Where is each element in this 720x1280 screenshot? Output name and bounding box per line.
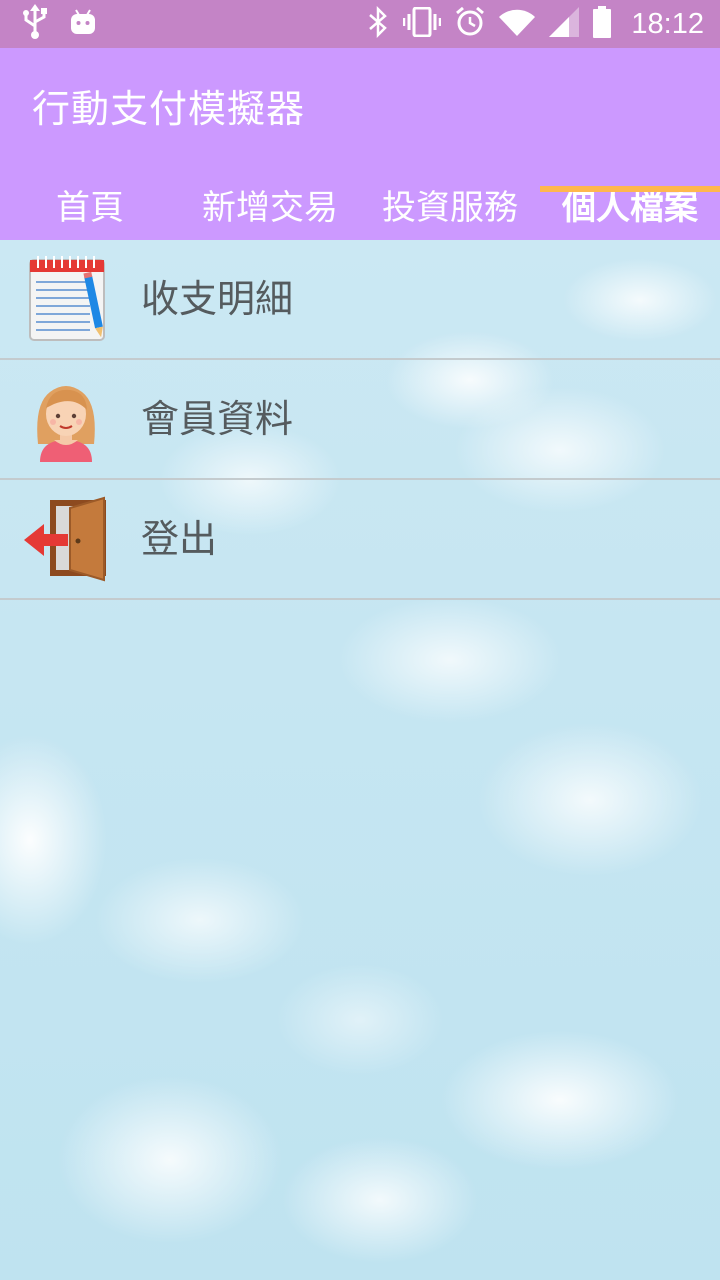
tab-bar: 首頁 新增交易 投資服務 個人檔案: [0, 168, 720, 240]
status-bar-right: 18:12: [367, 5, 704, 42]
menu-item-transactions[interactable]: 收支明細: [0, 240, 720, 360]
tab-home[interactable]: 首頁: [0, 168, 180, 240]
menu-label-member-info: 會員資料: [141, 397, 294, 441]
vibrate-icon: [403, 6, 442, 41]
battery-icon: [593, 6, 612, 42]
app-bar: 行動支付模擬器 首頁 新增交易 投資服務 個人檔案: [0, 48, 720, 240]
signal-icon: [549, 7, 580, 41]
usb-icon: [22, 4, 48, 44]
notepad-icon: [24, 254, 108, 342]
tab-profile[interactable]: 個人檔案: [540, 168, 720, 240]
active-tab-indicator: [540, 186, 720, 192]
girl-avatar-icon: [24, 374, 108, 462]
menu-item-member-info[interactable]: 會員資料: [0, 360, 720, 480]
alarm-icon: [455, 6, 485, 41]
tab-new-transaction[interactable]: 新增交易: [180, 168, 360, 240]
profile-menu: 收支明細 會員資料 登出: [0, 240, 720, 1280]
exit-door-icon: [24, 494, 108, 582]
app-title: 行動支付模擬器: [32, 87, 306, 131]
wifi-icon: [499, 8, 536, 40]
bluetooth-icon: [367, 5, 389, 42]
android-icon: [70, 8, 96, 40]
status-bar-left: [22, 4, 96, 40]
tab-investment[interactable]: 投資服務: [360, 168, 540, 240]
status-time: 18:12: [631, 7, 704, 40]
menu-label-transactions: 收支明細: [141, 277, 294, 321]
status-bar: 18:12: [0, 0, 720, 48]
menu-item-logout[interactable]: 登出: [0, 480, 720, 600]
menu-label-logout: 登出: [141, 517, 218, 561]
